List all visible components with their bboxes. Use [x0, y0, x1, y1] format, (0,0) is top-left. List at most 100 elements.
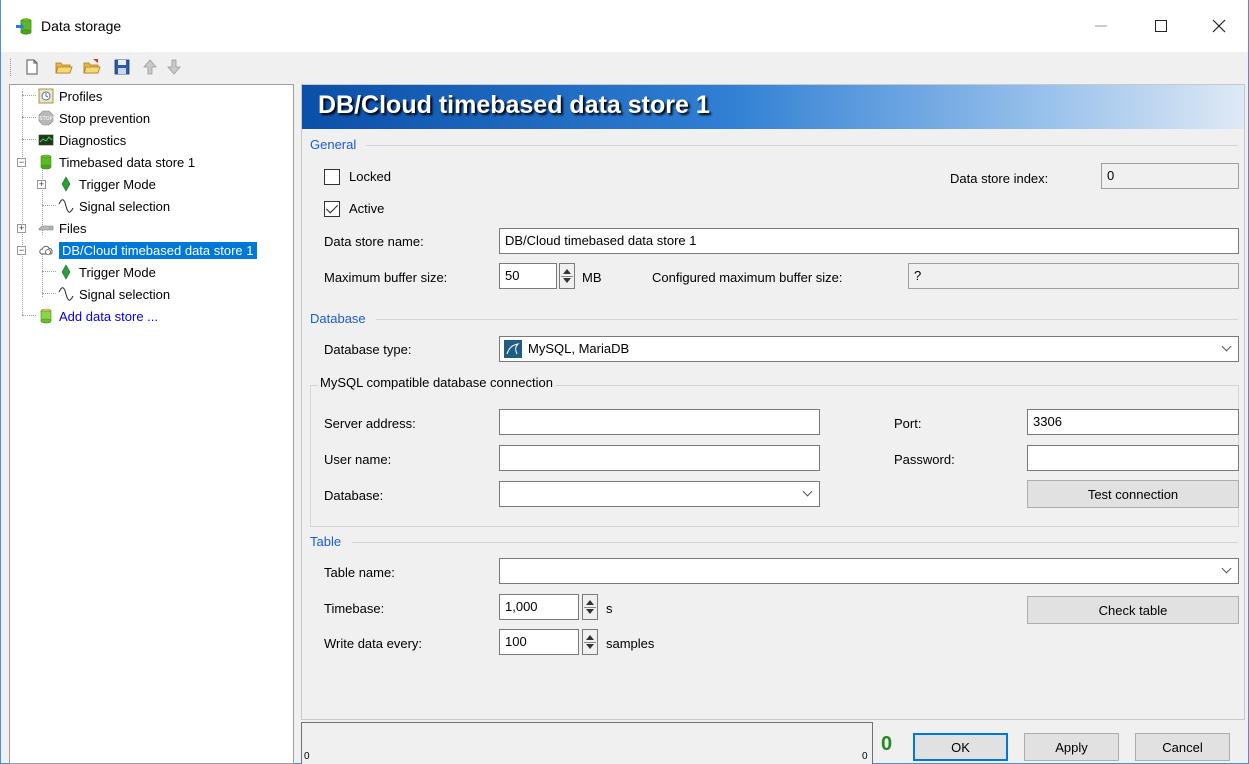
stop-sign-icon: STOP	[38, 110, 54, 126]
open-folder-icon[interactable]	[55, 58, 73, 76]
diagnostics-icon	[38, 134, 54, 146]
move-up-icon[interactable]	[141, 58, 159, 76]
collapse-toggle[interactable]: −	[17, 158, 26, 167]
progress-min-label: 0	[304, 751, 310, 762]
password-input[interactable]	[1027, 445, 1239, 471]
cancel-button[interactable]: Cancel	[1135, 733, 1230, 761]
database-select[interactable]	[499, 481, 820, 507]
check-table-button[interactable]: Check table	[1027, 596, 1239, 624]
tree-connector	[42, 293, 56, 294]
section-divider	[366, 145, 1238, 146]
properties-pane: DB/Cloud timebased data store 1 General …	[301, 84, 1245, 720]
move-down-icon[interactable]	[165, 58, 183, 76]
collapse-toggle[interactable]: −	[17, 246, 26, 255]
port-input[interactable]: 3306	[1027, 409, 1239, 435]
section-database-label: Database	[310, 311, 366, 326]
signal-wave-icon	[58, 287, 74, 301]
tree-item-trigger-mode[interactable]: Trigger Mode	[58, 261, 156, 283]
timebase-input[interactable]: 1,000	[499, 594, 579, 620]
tree-item-profiles[interactable]: Profiles	[38, 85, 102, 107]
user-name-input[interactable]	[499, 445, 820, 471]
minimize-icon	[1095, 25, 1107, 27]
tree-item-label: Trigger Mode	[79, 176, 156, 192]
maximize-icon	[1155, 20, 1167, 32]
password-label: Password:	[894, 452, 955, 467]
tree-item-timebased-data-store-1[interactable]: Timebased data store 1	[38, 151, 195, 173]
toolbar	[1, 52, 1248, 82]
timebase-label: Timebase:	[324, 601, 385, 616]
data-storage-window: Data storage Profiles STOP Stop preventi…	[0, 0, 1249, 764]
write-data-every-spinner[interactable]	[582, 629, 598, 655]
tree-item-signal-selection[interactable]: Signal selection	[58, 195, 170, 217]
page-title: DB/Cloud timebased data store 1	[318, 91, 710, 119]
close-button[interactable]	[1196, 8, 1242, 44]
tree-item-stop-prevention[interactable]: STOP Stop prevention	[38, 107, 150, 129]
close-icon	[1212, 19, 1226, 33]
test-connection-button[interactable]: Test connection	[1027, 480, 1239, 508]
table-name-select[interactable]	[499, 558, 1239, 584]
profiles-icon	[38, 88, 54, 104]
tree-item-label: Signal selection	[79, 286, 171, 302]
user-name-label: User name:	[324, 452, 392, 467]
status-counter: 0	[881, 733, 893, 755]
mysql-connection-group-title: MySQL compatible database connection	[318, 375, 555, 390]
spin-up-icon	[563, 269, 571, 274]
database-type-value: MySQL, MariaDB	[528, 341, 630, 356]
tree-item-label: Stop prevention	[59, 110, 151, 126]
tree-item-signal-selection[interactable]: Signal selection	[58, 283, 170, 305]
write-data-unit-label: samples	[606, 636, 655, 651]
tree-item-label: Files	[59, 220, 87, 236]
database-label: Database:	[324, 488, 384, 503]
expand-toggle[interactable]: +	[37, 180, 46, 189]
new-file-icon[interactable]	[23, 58, 41, 76]
trigger-mode-icon	[61, 264, 71, 280]
configured-buffer-size-label: Configured maximum buffer size:	[652, 270, 843, 285]
tree-item-db-cloud-data-store-1[interactable]: DB/Cloud timebased data store 1	[38, 239, 257, 261]
signal-wave-icon	[58, 199, 74, 213]
tree-item-diagnostics[interactable]: Diagnostics	[38, 129, 126, 151]
tree-item-label: Profiles	[59, 88, 103, 104]
maximize-button[interactable]	[1138, 8, 1184, 44]
data-store-name-input[interactable]: DB/Cloud timebased data store 1	[499, 228, 1239, 254]
max-buffer-size-input[interactable]: 50	[499, 263, 557, 289]
tree-item-add-data-store[interactable]: Add data store ...	[38, 305, 158, 327]
timebase-spinner[interactable]	[582, 594, 598, 620]
tree-item-label: DB/Cloud timebased data store 1	[59, 241, 257, 259]
buffer-unit-label: MB	[582, 270, 602, 285]
locked-checkbox[interactable]	[324, 169, 340, 185]
open-recent-folder-icon[interactable]	[83, 58, 101, 76]
tree-item-label: Signal selection	[79, 198, 171, 214]
write-data-every-label: Write data every:	[324, 636, 423, 651]
server-address-label: Server address:	[324, 416, 416, 431]
chevron-down-icon	[1221, 563, 1232, 574]
expand-toggle[interactable]: +	[17, 224, 26, 233]
tree-item-files[interactable]: Files	[38, 217, 86, 239]
tree-item-trigger-mode[interactable]: Trigger Mode	[58, 173, 156, 195]
database-type-label: Database type:	[324, 342, 412, 357]
minimize-button[interactable]	[1078, 8, 1124, 44]
tree-connector	[22, 315, 36, 316]
chevron-down-icon	[1221, 341, 1232, 352]
window-title: Data storage	[41, 18, 122, 34]
server-address-input[interactable]	[499, 409, 820, 435]
apply-button[interactable]: Apply	[1024, 733, 1119, 761]
chevron-down-icon	[802, 486, 813, 497]
write-data-every-input[interactable]: 100	[499, 629, 579, 655]
data-storage-app-icon	[16, 18, 32, 35]
save-icon[interactable]	[113, 58, 131, 76]
section-general-label: General	[310, 137, 357, 152]
spinner-divider	[584, 607, 596, 608]
ok-button[interactable]: OK	[913, 733, 1008, 761]
port-label: Port:	[894, 416, 922, 431]
database-type-select[interactable]: MySQL, MariaDB	[499, 336, 1239, 362]
active-checkbox[interactable]	[324, 201, 340, 217]
tree-connector	[42, 205, 56, 206]
add-database-icon	[40, 308, 52, 324]
spin-down-icon	[586, 609, 594, 614]
database-green-icon	[40, 154, 52, 170]
spin-up-icon	[586, 635, 594, 640]
progress-box: 0 0	[301, 722, 873, 764]
max-buffer-size-spinner[interactable]	[559, 263, 575, 289]
spin-down-icon	[563, 278, 571, 283]
navigation-tree[interactable]: Profiles STOP Stop prevention Diagnostic…	[9, 84, 294, 764]
